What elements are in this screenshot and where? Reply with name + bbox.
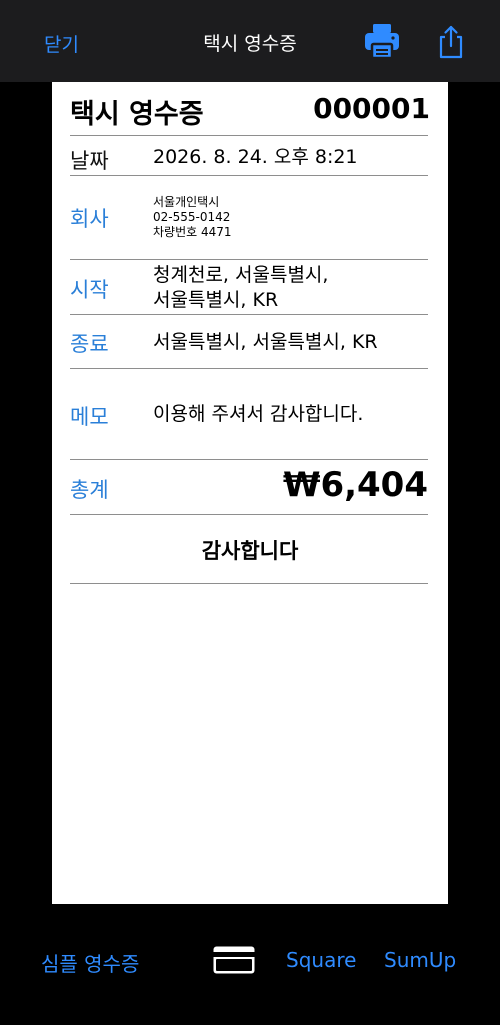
thanks-message: 감사합니다 xyxy=(201,539,299,563)
close-button[interactable]: 닫기 xyxy=(44,30,79,57)
sumup-button[interactable]: SumUp xyxy=(384,948,456,972)
divider xyxy=(70,583,428,584)
receipt-header: 택시 영수증 000001 xyxy=(70,92,430,130)
nav-title: 택시 영수증 xyxy=(203,33,297,55)
divider xyxy=(70,259,428,260)
receipt-sheet: 택시 영수증 000001 날짜 2026. 8. 24. 오후 8:21 회사… xyxy=(52,82,448,904)
date-label: 날짜 xyxy=(70,149,109,173)
share-button[interactable] xyxy=(436,24,466,60)
divider xyxy=(70,314,428,315)
top-navigation-bar: 닫기 택시 영수증 xyxy=(0,0,500,82)
start-line-1: 청계천로, 서울특별시, xyxy=(153,264,329,286)
divider xyxy=(70,514,428,515)
thanks-row: 감사합니다 xyxy=(52,535,448,565)
bottom-toolbar: 심플 영수증 Square SumUp xyxy=(0,904,500,1025)
company-name: 서울개인택시 xyxy=(153,195,220,209)
divider xyxy=(70,175,428,176)
divider xyxy=(70,459,428,460)
divider xyxy=(70,135,428,136)
company-label[interactable]: 회사 xyxy=(70,203,109,233)
company-vehicle: 차량번호 4471 xyxy=(153,225,232,239)
receipt-number: 000001 xyxy=(313,92,430,125)
date-value: 2026. 8. 24. 오후 8:21 xyxy=(153,146,358,168)
print-button[interactable] xyxy=(362,22,402,60)
company-phone: 02-555-0142 xyxy=(153,210,231,224)
start-line-2: 서울특별시, KR xyxy=(153,289,279,311)
memo-label[interactable]: 메모 xyxy=(70,401,109,431)
total-label[interactable]: 총계 xyxy=(70,474,109,504)
total-amount: ₩6,404 xyxy=(282,465,428,505)
printer-icon xyxy=(365,24,399,60)
credit-card-icon xyxy=(213,946,255,974)
simple-receipt-button[interactable]: 심플 영수증 xyxy=(41,948,139,977)
card-button[interactable] xyxy=(212,945,256,975)
receipt-title: 택시 영수증 xyxy=(70,99,204,130)
start-label[interactable]: 시작 xyxy=(70,274,109,304)
end-value: 서울특별시, 서울특별시, KR xyxy=(153,331,378,353)
square-button[interactable]: Square xyxy=(286,948,356,972)
end-label[interactable]: 종료 xyxy=(70,328,109,358)
share-icon xyxy=(439,25,463,59)
memo-value: 이용해 주셔서 감사합니다. xyxy=(153,403,364,425)
divider xyxy=(70,368,428,369)
